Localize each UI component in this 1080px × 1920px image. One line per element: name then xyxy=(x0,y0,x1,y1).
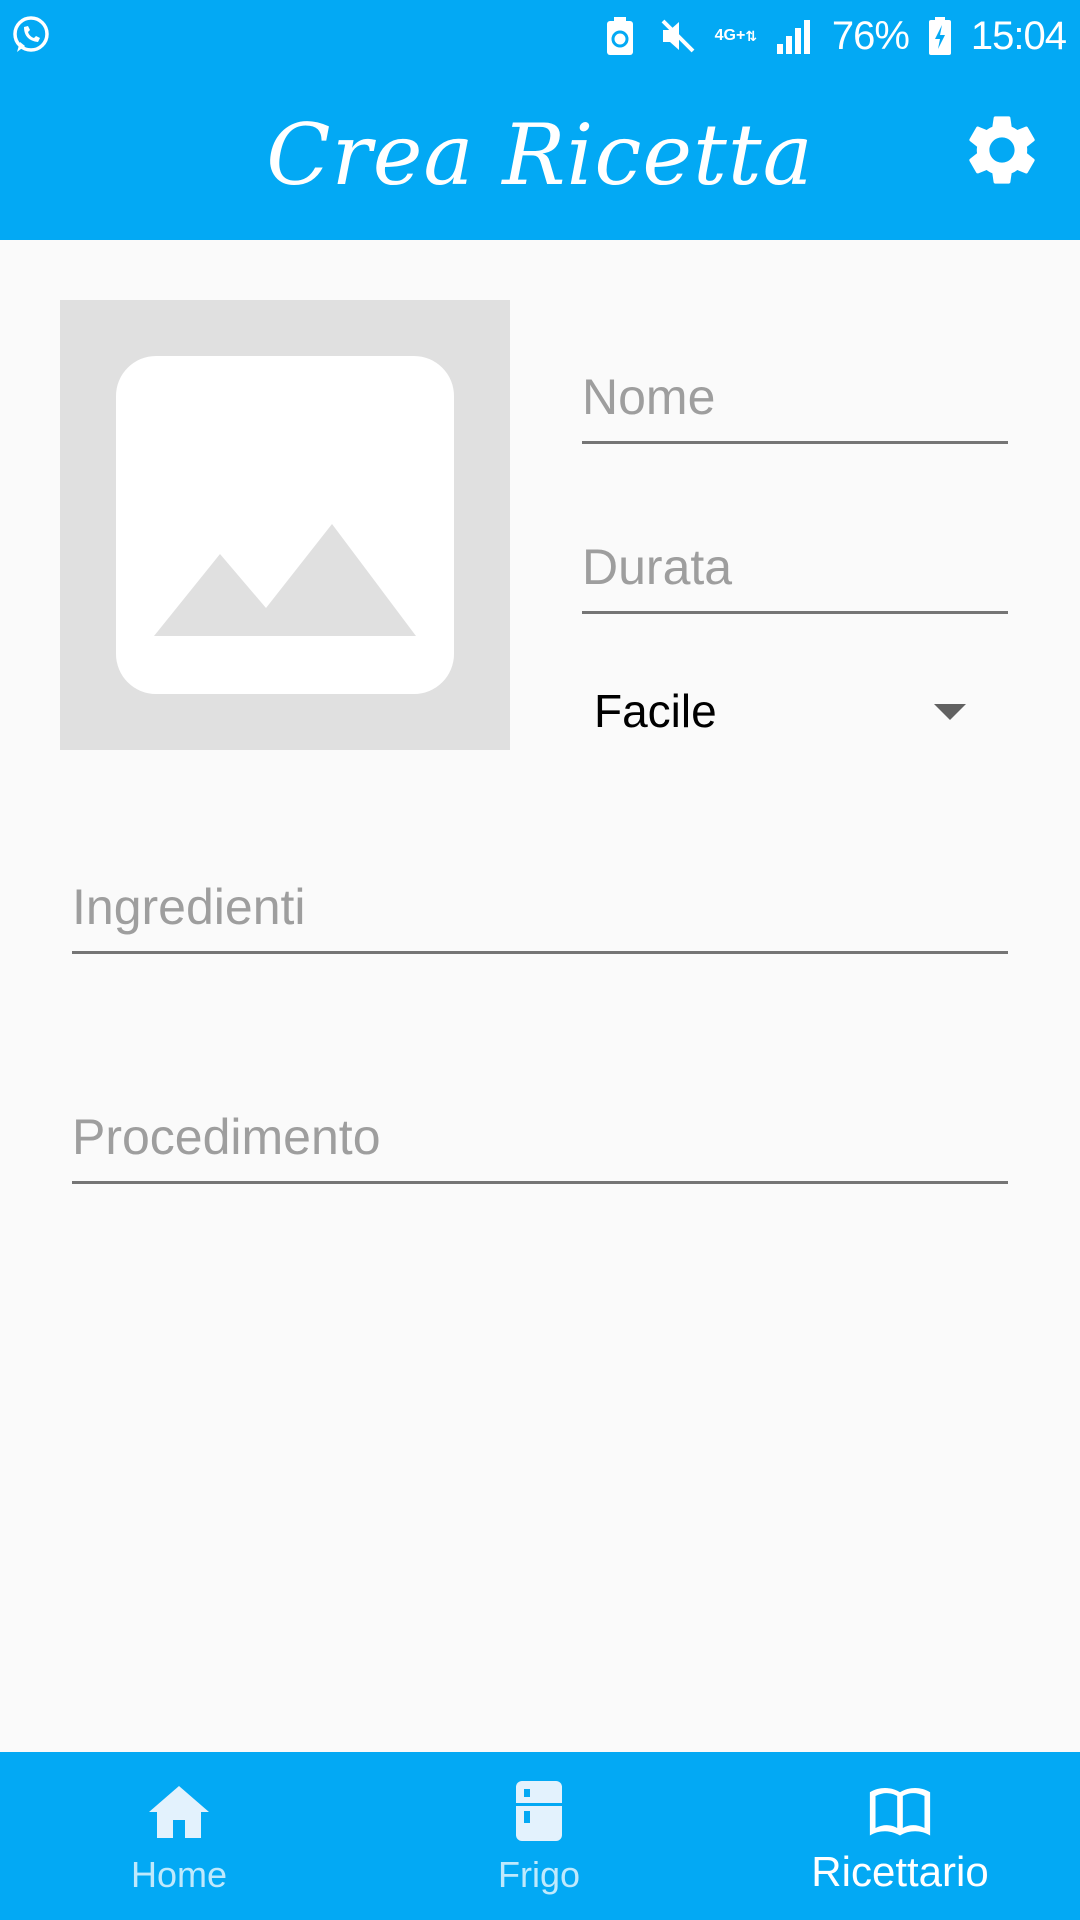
durata-input[interactable] xyxy=(582,530,1008,614)
mute-icon xyxy=(658,16,698,56)
fridge-icon xyxy=(507,1780,571,1844)
nav-item-ricettario[interactable]: Ricettario xyxy=(720,1752,1080,1920)
settings-button[interactable] xyxy=(960,108,1044,192)
status-icons: 4G+ ⇅ 76% 15:04 xyxy=(600,0,1067,72)
difficulty-selected-value: Facile xyxy=(594,685,717,737)
recipe-image-picker[interactable] xyxy=(60,300,510,750)
signal-icon xyxy=(774,16,814,56)
network-type-label: 4G+ xyxy=(714,27,746,44)
nav-label-frigo: Frigo xyxy=(497,1854,581,1895)
whatsapp-icon xyxy=(10,14,52,56)
network-type-icon: 4G+ ⇅ xyxy=(714,27,758,45)
dropdown-arrow-icon xyxy=(934,704,966,720)
battery-saver-icon xyxy=(600,16,640,56)
difficulty-dropdown[interactable]: Facile xyxy=(582,670,1008,754)
home-icon xyxy=(147,1780,211,1844)
battery-charging-icon xyxy=(927,16,953,56)
status-bar: 4G+ ⇅ 76% 15:04 xyxy=(0,0,1080,72)
image-placeholder-icon xyxy=(116,356,454,694)
nav-item-frigo[interactable]: Frigo xyxy=(358,1752,720,1920)
app-bar: Crea Ricetta xyxy=(0,72,1080,240)
nome-input[interactable] xyxy=(582,360,1008,444)
procedimento-input[interactable] xyxy=(72,1100,1008,1184)
nav-item-home[interactable]: Home xyxy=(0,1752,358,1920)
nav-label-home: Home xyxy=(130,1854,228,1895)
page-title: Crea Ricetta xyxy=(266,106,814,204)
clock: 15:04 xyxy=(970,13,1067,58)
bottom-navigation: Home Frigo Ricettario xyxy=(0,1752,1080,1920)
nav-label-ricettario: Ricettario xyxy=(811,1848,989,1895)
ingredienti-input[interactable] xyxy=(72,870,1008,954)
gear-icon xyxy=(969,116,1035,184)
battery-percent: 76% xyxy=(831,13,910,58)
book-icon xyxy=(868,1780,932,1844)
